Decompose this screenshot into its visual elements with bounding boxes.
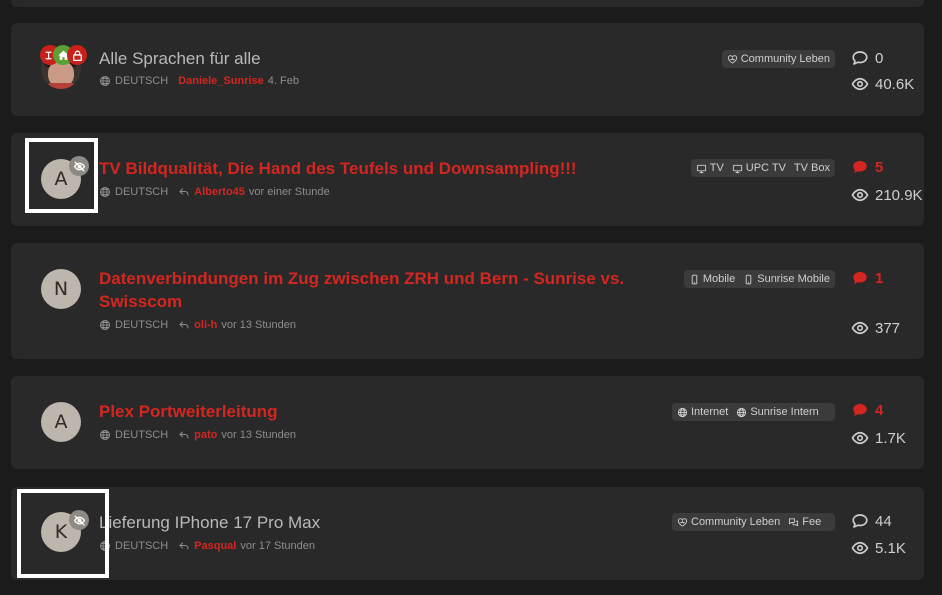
eye-icon xyxy=(851,319,869,337)
tag-list: Mobile Sunrise Mobile xyxy=(683,270,835,288)
post-time: vor 17 Stunden xyxy=(240,540,315,552)
reply-icon xyxy=(178,429,190,441)
comment-filled-icon xyxy=(851,269,869,287)
topic-title[interactable]: Plex Portweiterleitung xyxy=(99,400,278,423)
reply-count: 0 xyxy=(851,49,883,67)
topic-title[interactable]: Alle Sprachen für alle xyxy=(99,47,261,70)
comment-icon xyxy=(851,49,869,67)
author-link[interactable]: Pasqual xyxy=(194,540,236,552)
author-link[interactable]: Daniele_Sunrise xyxy=(178,75,264,87)
heart-handshake-icon xyxy=(727,54,738,65)
language-label: DEUTSCH xyxy=(115,186,169,198)
author-link[interactable]: pato xyxy=(194,429,217,441)
topic-title[interactable]: Datenverbindungen im Zug zwischen ZRH un… xyxy=(99,267,624,313)
tag-community-leben[interactable]: Community Leben xyxy=(727,53,830,65)
tag-tv-box[interactable]: TV Box xyxy=(794,162,830,174)
tag-tv[interactable]: TV xyxy=(696,162,724,174)
tv-icon xyxy=(696,163,707,174)
tag-sunrise-mobile[interactable]: Sunrise Mobile xyxy=(743,273,830,285)
topic-card[interactable]: K Lieferung IPhone 17 Pro Max DEUTSCH Pa… xyxy=(11,487,924,580)
globe-icon xyxy=(99,429,111,441)
topic-meta: DEUTSCH Pasqual vor 17 Stunden xyxy=(99,540,315,552)
view-count: 1.7K xyxy=(851,429,906,447)
reply-count: 1 xyxy=(851,269,883,287)
globe-icon xyxy=(736,407,747,418)
reply-icon xyxy=(178,540,190,552)
topic-meta: DEUTSCH Daniele_Sunrise 4. Feb xyxy=(99,75,299,87)
reply-count: 4 xyxy=(851,401,883,419)
tag-sunrise-internet[interactable]: Sunrise Intern xyxy=(736,406,819,418)
tag-community-leben[interactable]: Community Leben xyxy=(677,516,780,528)
view-count: 40.6K xyxy=(851,75,914,93)
lock-badge-icon xyxy=(67,45,87,65)
topic-title[interactable]: Lieferung IPhone 17 Pro Max xyxy=(99,511,320,534)
feedback-icon xyxy=(788,517,799,528)
globe-icon xyxy=(99,319,111,331)
topic-card-previous[interactable] xyxy=(11,0,924,7)
tag-feedback[interactable]: Fee xyxy=(788,516,821,528)
language-label: DEUTSCH xyxy=(115,429,169,441)
tag-list: Internet Sunrise Intern xyxy=(672,403,835,421)
topic-meta: DEUTSCH pato vor 13 Stunden xyxy=(99,429,296,441)
eye-icon xyxy=(851,75,869,93)
view-count: 210.9K xyxy=(851,186,923,204)
heart-handshake-icon xyxy=(677,517,688,528)
comment-filled-icon xyxy=(851,401,869,419)
reply-count: 5 xyxy=(851,158,883,176)
tv-icon xyxy=(732,163,743,174)
highlight-box xyxy=(17,489,109,578)
post-time: vor 13 Stunden xyxy=(221,319,297,331)
mobile-icon xyxy=(743,274,754,285)
tag-internet[interactable]: Internet xyxy=(677,406,728,418)
globe-icon xyxy=(99,186,111,198)
avatar[interactable]: N xyxy=(41,269,81,309)
author-link[interactable]: oli-h xyxy=(194,319,217,331)
reply-icon xyxy=(178,319,190,331)
globe-icon xyxy=(99,75,111,87)
view-count: 5.1K xyxy=(851,539,906,557)
post-time: vor 13 Stunden xyxy=(221,429,297,441)
eye-icon xyxy=(851,186,869,204)
tag-list: TV UPC TV TV Box xyxy=(690,159,835,177)
eye-icon xyxy=(851,429,869,447)
topic-meta: DEUTSCH Alberto45 vor einer Stunde xyxy=(99,186,330,198)
topic-card[interactable]: A Plex Portweiterleitung DEUTSCH pato vo… xyxy=(11,376,924,469)
highlight-box xyxy=(25,138,98,213)
avatar[interactable]: A xyxy=(41,402,81,442)
topic-card[interactable]: N Datenverbindungen im Zug zwischen ZRH … xyxy=(11,243,924,359)
post-time: vor einer Stunde xyxy=(248,186,330,198)
globe-icon xyxy=(677,407,688,418)
author-link[interactable]: Alberto45 xyxy=(194,186,245,198)
language-label: DEUTSCH xyxy=(115,540,169,552)
view-count: 377 xyxy=(851,319,900,337)
tag-mobile[interactable]: Mobile xyxy=(689,273,735,285)
topic-title[interactable]: TV Bildqualität, Die Hand des Teufels un… xyxy=(99,157,577,180)
topic-card[interactable]: A TV Bildqualität, Die Hand des Teufels … xyxy=(11,133,924,226)
topic-meta: DEUTSCH oli-h vor 13 Stunden xyxy=(99,319,296,331)
tag-list: Community Leben xyxy=(721,50,835,68)
tag-upc-tv[interactable]: UPC TV xyxy=(732,162,786,174)
language-label: DEUTSCH xyxy=(115,319,169,331)
language-label: DEUTSCH xyxy=(115,75,169,87)
mobile-icon xyxy=(689,274,700,285)
comment-icon xyxy=(851,512,869,530)
post-time: 4. Feb xyxy=(267,75,299,87)
tag-list: Community Leben Fee xyxy=(672,513,835,531)
eye-icon xyxy=(851,539,869,557)
reply-count: 44 xyxy=(851,512,892,530)
comment-filled-icon xyxy=(851,158,869,176)
reply-icon xyxy=(178,186,190,198)
topic-card[interactable]: Alle Sprachen für alle DEUTSCH Daniele_S… xyxy=(11,23,924,116)
